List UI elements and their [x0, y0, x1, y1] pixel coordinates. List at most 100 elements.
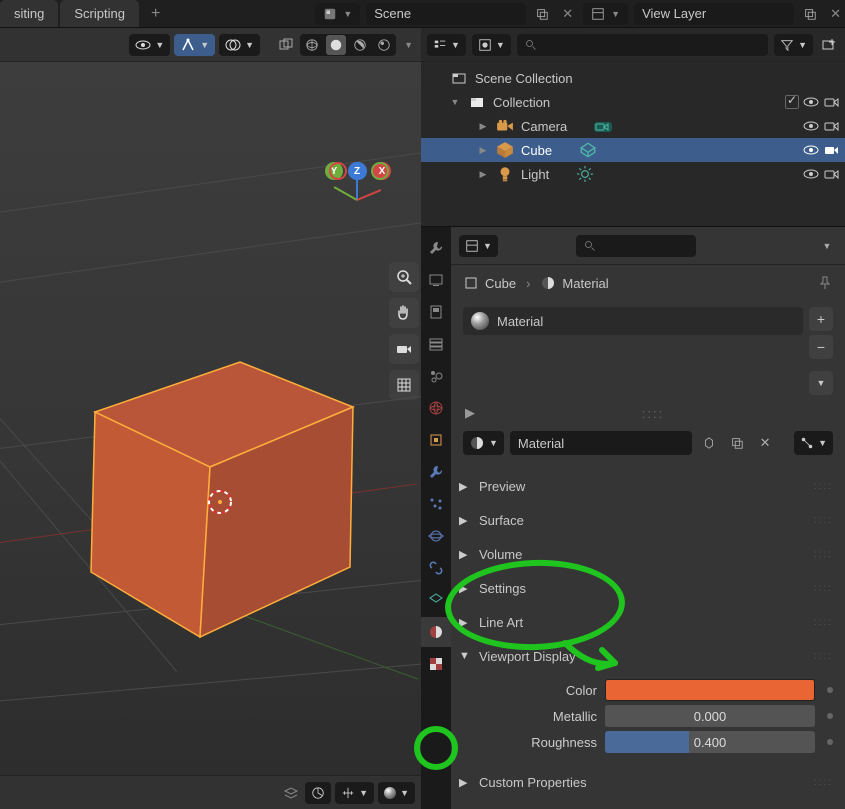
particle-tab-icon[interactable] — [421, 489, 451, 519]
scene-tab-icon[interactable] — [421, 361, 451, 391]
object-tab-icon[interactable] — [421, 425, 451, 455]
camera-restrict-icon[interactable] — [823, 118, 839, 134]
section-surface[interactable]: ▶Surface:::: — [451, 503, 845, 537]
scene-name-field[interactable]: Scene — [366, 3, 526, 25]
section-viewport-display[interactable]: ▼Viewport Display:::: Color Metallic 0.0… — [451, 639, 845, 765]
gizmo-neg-x-icon[interactable] — [329, 162, 347, 180]
section-custom-props[interactable]: ▶Custom Properties:::: — [451, 765, 845, 799]
outliner-mode-dropdown[interactable]: ▼ — [427, 34, 466, 56]
camera-data-icon[interactable] — [593, 116, 613, 136]
matpreview-shading-icon[interactable] — [350, 35, 370, 55]
viewlayer-name-field[interactable]: View Layer — [634, 3, 794, 25]
light-data-icon[interactable] — [575, 164, 595, 184]
roughness-field[interactable]: 0.400 — [605, 731, 815, 753]
gizmo-toggle[interactable]: ▼ — [174, 34, 215, 56]
add-workspace-button[interactable]: + — [141, 0, 170, 27]
animate-dot-icon[interactable] — [827, 713, 833, 719]
solid-shading-icon[interactable] — [326, 35, 346, 55]
gizmo-neg-z-icon[interactable] — [349, 162, 367, 180]
section-settings[interactable]: ▶Settings:::: — [451, 571, 845, 605]
viewlayer-tab-icon[interactable] — [421, 329, 451, 359]
tree-row-collection[interactable]: ▼ Collection — [421, 90, 845, 114]
viewlayer-selector-icon[interactable]: ▼ — [583, 3, 628, 25]
pin-icon[interactable] — [817, 275, 833, 291]
outliner-display-dropdown[interactable]: ▼ — [472, 34, 511, 56]
slot-prev-icon[interactable]: ▶ — [465, 405, 475, 421]
visibility-toggle[interactable]: ▼ — [129, 34, 170, 56]
xray-toggle-icon[interactable] — [276, 35, 296, 55]
new-collection-icon[interactable] — [819, 35, 839, 55]
zoom-tool-icon[interactable] — [389, 262, 419, 292]
workspace-tab-scripting[interactable]: Scripting — [60, 0, 139, 27]
3d-viewport[interactable]: ▼ ▼ ▼ ▼ Options ▼ — [0, 28, 421, 809]
tree-row-cube[interactable]: ▶ Cube — [421, 138, 845, 162]
section-lineart[interactable]: ▶Line Art:::: — [451, 605, 845, 639]
render-tab-icon[interactable] — [421, 265, 451, 295]
outliner-search-input[interactable] — [517, 34, 768, 56]
new-material-icon[interactable] — [726, 432, 748, 454]
chevron-right-icon[interactable]: ▶ — [477, 145, 489, 156]
props-search-input[interactable] — [576, 235, 697, 257]
metallic-field[interactable]: 0.000 — [605, 705, 815, 727]
animate-dot-icon[interactable] — [827, 687, 833, 693]
chevron-right-icon[interactable]: ▶ — [477, 121, 489, 132]
outliner-filter-dropdown[interactable]: ▼ — [774, 34, 813, 56]
eye-icon[interactable] — [803, 94, 819, 110]
props-editor-dropdown[interactable]: ▼ — [459, 235, 498, 257]
footer-snap-dropdown[interactable]: ▼ — [378, 782, 415, 804]
material-slot-0[interactable]: Material — [463, 307, 803, 335]
unlink-material-icon[interactable]: ✕ — [754, 432, 776, 454]
remove-slot-button[interactable]: − — [809, 335, 833, 359]
delete-scene-icon[interactable]: ✕ — [558, 6, 577, 22]
perspective-toggle-icon[interactable] — [389, 370, 419, 400]
pan-tool-icon[interactable] — [389, 298, 419, 328]
section-volume[interactable]: ▶Volume:::: — [451, 537, 845, 571]
camera-restrict-icon[interactable] — [823, 94, 839, 110]
overlay-toggle[interactable]: ▼ — [219, 34, 260, 56]
breadcrumb-object[interactable]: Cube — [463, 275, 516, 291]
output-tab-icon[interactable] — [421, 297, 451, 327]
tool-tab-icon[interactable] — [421, 233, 451, 263]
add-slot-button[interactable]: + — [809, 307, 833, 331]
nodes-toggle-dropdown[interactable]: ▼ — [794, 431, 833, 455]
world-tab-icon[interactable] — [421, 393, 451, 423]
eye-icon[interactable] — [803, 118, 819, 134]
material-tab-icon[interactable] — [421, 617, 451, 647]
modifier-tab-icon[interactable] — [421, 457, 451, 487]
physics-tab-icon[interactable] — [421, 521, 451, 551]
material-name-field[interactable]: Material — [510, 431, 692, 455]
collection-checkbox[interactable] — [785, 95, 799, 109]
footer-layers-icon[interactable] — [281, 783, 301, 803]
material-browse-dropdown[interactable]: ▼ — [463, 431, 504, 455]
camera-restrict-icon[interactable] — [823, 166, 839, 182]
mesh-data-icon[interactable] — [578, 140, 598, 160]
scene-selector-icon[interactable]: ▼ — [315, 3, 360, 25]
viewport-canvas[interactable]: Z Y X — [0, 62, 421, 775]
texture-tab-icon[interactable] — [421, 649, 451, 679]
chevron-down-icon[interactable]: ▼ — [449, 97, 461, 107]
camera-view-icon[interactable] — [389, 334, 419, 364]
gizmo-neg-y-icon[interactable] — [371, 162, 389, 180]
copy-scene-icon[interactable] — [532, 4, 552, 24]
tree-row-light[interactable]: ▶ Light — [421, 162, 845, 186]
eye-icon[interactable] — [803, 166, 819, 182]
rendered-shading-icon[interactable] — [374, 35, 394, 55]
camera-restrict-icon[interactable] — [823, 142, 839, 158]
slot-drag-icon[interactable]: :::: — [642, 406, 664, 421]
chevron-right-icon[interactable]: ▶ — [477, 169, 489, 180]
breadcrumb-material[interactable]: Material — [540, 275, 608, 291]
props-options-dropdown[interactable]: ▼ — [817, 236, 837, 256]
color-swatch[interactable] — [605, 679, 815, 701]
tree-row-camera[interactable]: ▶ Camera — [421, 114, 845, 138]
delete-viewlayer-icon[interactable]: ✕ — [826, 6, 845, 22]
footer-pivot-dropdown[interactable]: ▼ — [335, 782, 374, 804]
data-tab-icon[interactable] — [421, 585, 451, 615]
fake-user-icon[interactable] — [698, 432, 720, 454]
animate-dot-icon[interactable] — [827, 739, 833, 745]
copy-viewlayer-icon[interactable] — [800, 4, 820, 24]
wireframe-shading-icon[interactable] — [302, 35, 322, 55]
slot-menu-dropdown[interactable]: ▼ — [809, 371, 833, 395]
nav-gizmo[interactable]: Z Y X — [319, 162, 395, 238]
constraint-tab-icon[interactable] — [421, 553, 451, 583]
eye-icon[interactable] — [803, 142, 819, 158]
